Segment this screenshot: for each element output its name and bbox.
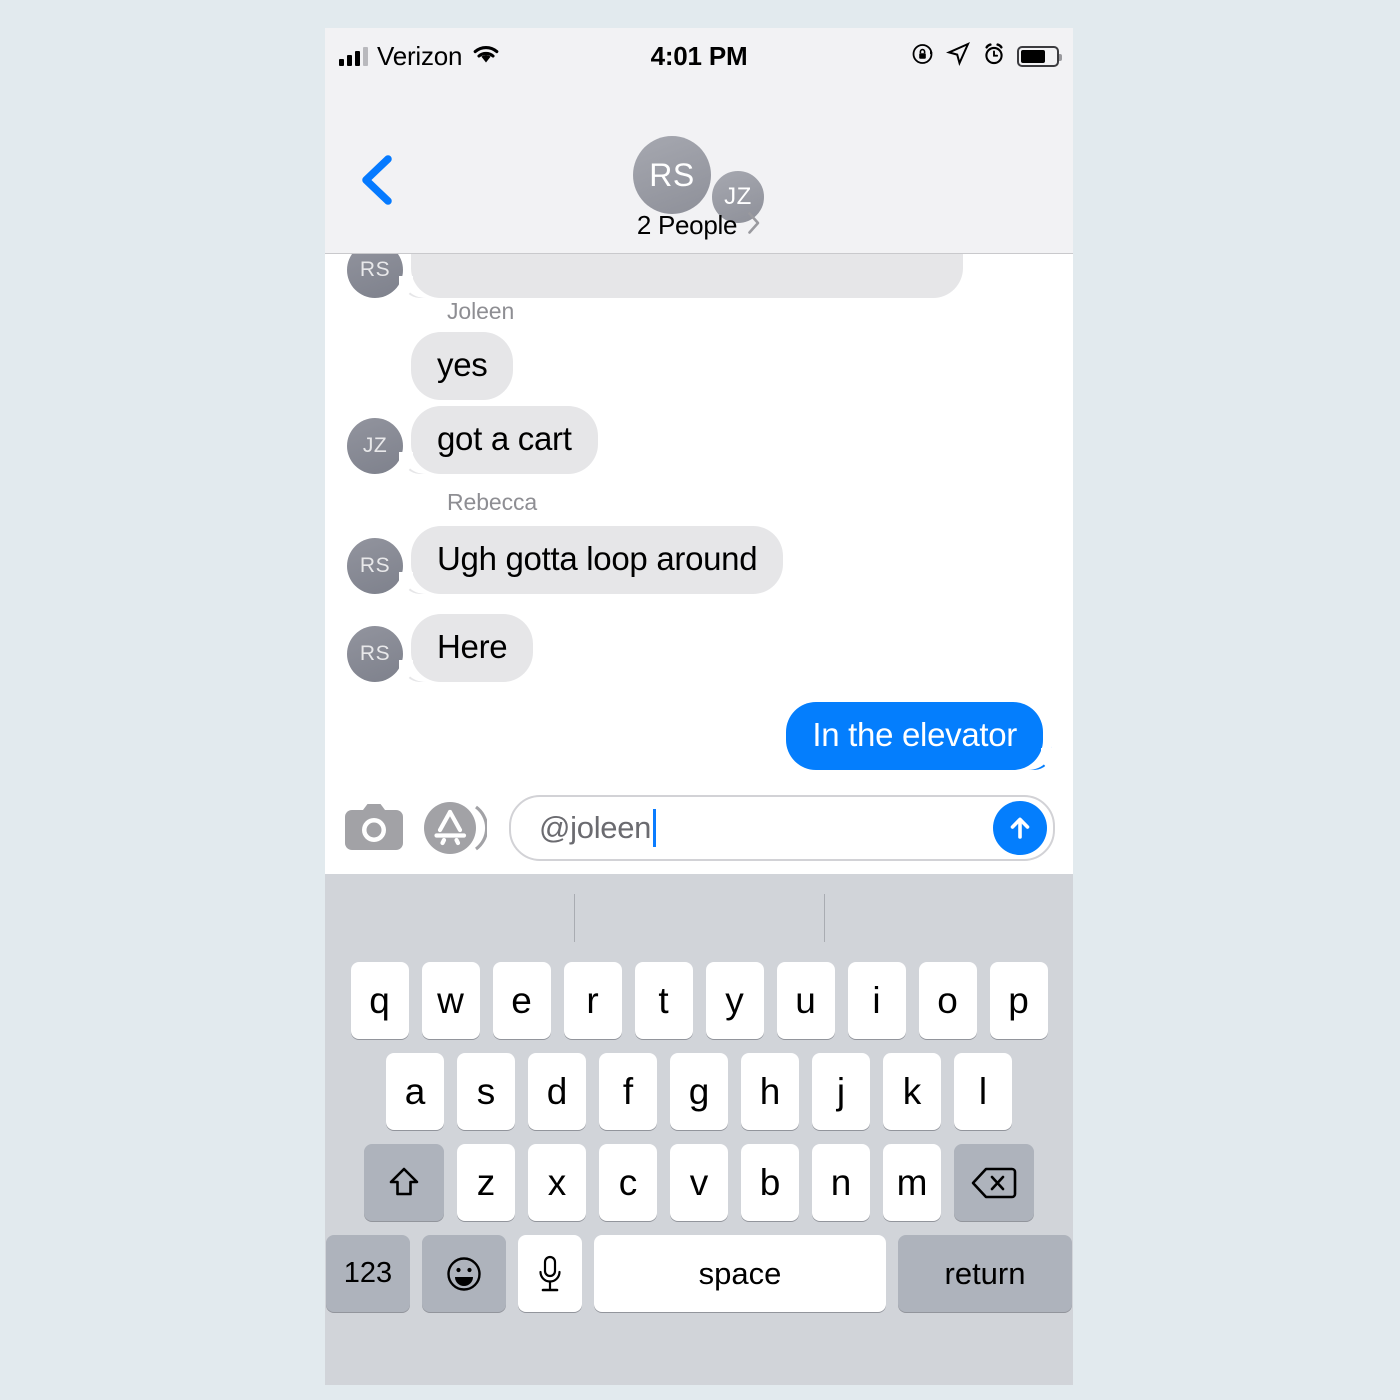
- key-d[interactable]: d: [528, 1053, 586, 1130]
- dictation-key[interactable]: [518, 1235, 582, 1312]
- message-bubble[interactable]: got a cart: [399, 406, 598, 474]
- message-bubble-outgoing[interactable]: In the elevator: [786, 702, 1055, 770]
- predictive-divider: [824, 894, 825, 942]
- location-arrow-icon: [946, 41, 971, 71]
- key-w[interactable]: w: [421, 962, 480, 1039]
- send-button[interactable]: [993, 801, 1047, 855]
- message-input-value: @joleen: [539, 810, 652, 845]
- battery-icon: [1017, 45, 1062, 67]
- space-key[interactable]: space: [594, 1235, 886, 1312]
- people-count-label: 2 People: [636, 210, 738, 240]
- key-s[interactable]: s: [457, 1053, 515, 1130]
- message-input-bar: @joleen: [325, 782, 1073, 874]
- key-h[interactable]: h: [741, 1053, 799, 1130]
- key-x[interactable]: x: [528, 1144, 586, 1221]
- key-l[interactable]: l: [954, 1053, 1012, 1130]
- predictive-text-bar[interactable]: [325, 874, 1073, 962]
- message-row[interactable]: JZ got a cart: [347, 406, 598, 474]
- message-text-input[interactable]: @joleen: [509, 795, 1055, 861]
- smiley-face-icon: [447, 1256, 481, 1291]
- on-screen-keyboard[interactable]: q w e r t y u i o p a s d f g h j k l z …: [325, 874, 1073, 1385]
- message-row[interactable]: RS: [347, 254, 963, 298]
- message-bubble[interactable]: Ugh gotta loop around: [398, 526, 784, 594]
- message-row[interactable]: RS Here: [347, 614, 534, 682]
- message-row[interactable]: yes: [347, 332, 514, 400]
- key-y[interactable]: y: [705, 962, 764, 1039]
- key-o[interactable]: o: [918, 962, 977, 1039]
- arrow-up-icon: [1010, 817, 1030, 839]
- text-cursor: [653, 809, 657, 847]
- camera-icon[interactable]: [343, 800, 405, 856]
- backspace-key[interactable]: [954, 1144, 1034, 1221]
- key-u[interactable]: u: [776, 962, 835, 1039]
- key-p[interactable]: p: [989, 962, 1048, 1039]
- message-row[interactable]: RS Ugh gotta loop around: [347, 526, 784, 594]
- rotation-lock-icon: [911, 42, 935, 71]
- numbers-key[interactable]: 123: [326, 1235, 410, 1312]
- key-i[interactable]: i: [847, 962, 906, 1039]
- message-bubble[interactable]: yes: [411, 332, 514, 400]
- key-z[interactable]: z: [457, 1144, 515, 1221]
- phone-screen: Verizon 4:01 PM RS JZ 2 People RS Joleen…: [325, 28, 1073, 1385]
- key-a[interactable]: a: [386, 1053, 444, 1130]
- predictive-divider: [574, 894, 575, 942]
- sender-label-joleen: Joleen: [447, 298, 515, 324]
- avatar-rs: RS: [347, 626, 403, 682]
- avatar-jz: JZ: [347, 418, 403, 474]
- key-k[interactable]: k: [883, 1053, 941, 1130]
- message-bubble[interactable]: [399, 254, 963, 298]
- chevron-right-icon: [747, 211, 761, 240]
- shift-arrow-icon: [389, 1167, 419, 1195]
- message-bubble[interactable]: Here: [398, 614, 534, 682]
- status-bar-right: [911, 41, 1062, 71]
- status-bar: Verizon 4:01 PM: [325, 28, 1073, 84]
- key-b[interactable]: b: [741, 1144, 799, 1221]
- key-n[interactable]: n: [812, 1144, 870, 1221]
- keyboard-row-1: q w e r t y u i o p: [325, 962, 1073, 1039]
- navigation-bar: RS JZ 2 People: [325, 84, 1073, 254]
- avatar-rs[interactable]: RS: [633, 136, 711, 214]
- key-j[interactable]: j: [812, 1053, 870, 1130]
- app-store-icon[interactable]: [423, 799, 489, 857]
- backspace-icon: [971, 1167, 1017, 1198]
- key-r[interactable]: r: [563, 962, 622, 1039]
- key-t[interactable]: t: [634, 962, 693, 1039]
- avatar-rs: RS: [347, 254, 403, 298]
- avatar-rs: RS: [347, 538, 403, 594]
- key-f[interactable]: f: [599, 1053, 657, 1130]
- keyboard-row-3: z x c v b n m: [325, 1144, 1073, 1221]
- message-list[interactable]: RS Joleen yes JZ got a cart Rebecca RS U…: [325, 254, 1073, 782]
- shift-key[interactable]: [364, 1144, 444, 1221]
- key-v[interactable]: v: [670, 1144, 728, 1221]
- keyboard-row-2: a s d f g h j k l: [325, 1053, 1073, 1130]
- key-q[interactable]: q: [350, 962, 409, 1039]
- key-m[interactable]: m: [883, 1144, 941, 1221]
- keyboard-row-4: 123 space return: [325, 1235, 1073, 1312]
- sender-label-rebecca: Rebecca: [447, 489, 538, 515]
- microphone-icon: [539, 1255, 561, 1291]
- emoji-key[interactable]: [422, 1235, 506, 1312]
- key-c[interactable]: c: [599, 1144, 657, 1221]
- return-key[interactable]: return: [898, 1235, 1072, 1312]
- people-details-button[interactable]: 2 People: [325, 210, 1073, 241]
- key-e[interactable]: e: [492, 962, 551, 1039]
- key-g[interactable]: g: [670, 1053, 728, 1130]
- alarm-clock-icon: [982, 42, 1006, 71]
- message-row-outgoing[interactable]: In the elevator: [786, 702, 1055, 770]
